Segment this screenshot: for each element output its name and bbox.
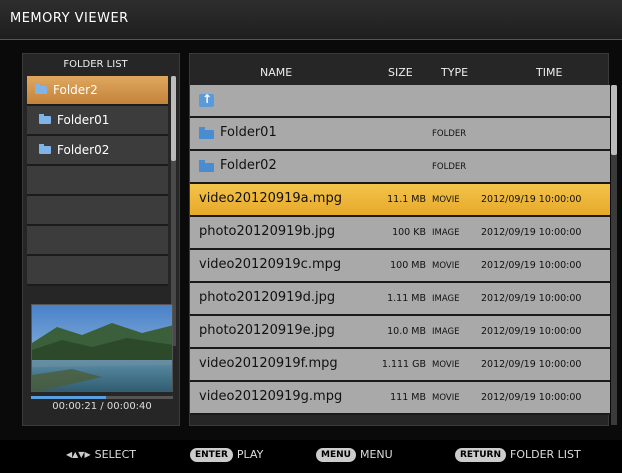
- file-time: 2012/09/19 10:00:00: [481, 326, 582, 337]
- file-name: video20120919f.mpg: [199, 356, 338, 371]
- playback-timecode: 00:00:21 / 00:00:40: [52, 401, 152, 412]
- file-type: IMAGE: [432, 327, 460, 337]
- file-name: photo20120919e.jpg: [199, 323, 335, 338]
- enter-key-icon: ENTER: [190, 448, 233, 462]
- file-time: 2012/09/19 10:00:00: [481, 227, 582, 238]
- menu-hint: MENU MENU: [316, 448, 393, 462]
- file-name: photo20120919d.jpg: [199, 290, 336, 305]
- file-time: 2012/09/19 10:00:00: [481, 260, 582, 271]
- menu-key-icon: MENU: [316, 448, 356, 462]
- file-size: 1.111 GB: [381, 359, 426, 370]
- file-row[interactable]: video20120919a.mpg 11.1 MB MOVIE 2012/09/19…: [190, 184, 610, 217]
- file-panel: NAME SIZE TYPE TIME Folder01FOLDERFolder…: [189, 53, 617, 426]
- file-row[interactable]: photo20120919b.jpg 100 KB IMAGE 2012/09/19 …: [190, 217, 610, 250]
- file-size: 11.1 MB: [387, 194, 426, 205]
- parent-folder-row[interactable]: [190, 85, 610, 118]
- column-header-size: SIZE: [388, 66, 413, 79]
- file-type: IMAGE: [432, 294, 460, 304]
- folder-list-item[interactable]: [27, 196, 168, 226]
- file-time: 2012/09/19 10:00:00: [481, 392, 582, 403]
- file-row[interactable]: photo20120919e.jpg 10.0 MB IMAGE 2012/09/19…: [190, 316, 610, 349]
- file-type: MOVIE: [432, 261, 460, 271]
- file-name: video20120919c.mpg: [199, 257, 342, 272]
- file-name: video20120919a.mpg: [199, 191, 342, 206]
- file-size: 111 MB: [390, 392, 426, 403]
- file-type: IMAGE: [432, 228, 460, 238]
- file-row[interactable]: Folder02 FOLDER: [190, 151, 610, 184]
- folder-list-item[interactable]: [27, 166, 168, 196]
- folder-list-header: FOLDER LIST: [63, 59, 128, 70]
- window-title: MEMORY VIEWER: [10, 11, 129, 26]
- menu-label: MENU: [359, 448, 393, 461]
- file-type: FOLDER: [432, 129, 467, 139]
- parent-folder-icon: [199, 92, 214, 107]
- file-name: photo20120919b.jpg: [199, 224, 336, 239]
- file-row[interactable]: Folder01 FOLDER: [190, 118, 610, 151]
- folder-icon: [35, 84, 47, 94]
- file-type: FOLDER: [432, 162, 467, 172]
- column-header-type: TYPE: [441, 66, 469, 79]
- folder-list-item[interactable]: Folder2: [27, 76, 168, 106]
- folder-icon: [199, 127, 214, 139]
- enter-label: PLAY: [236, 448, 264, 461]
- folder-icon: [39, 144, 51, 154]
- file-row[interactable]: video20120919c.mpg 100 MB MOVIE 2012/09/19 …: [190, 250, 610, 283]
- file-time: 2012/09/19 10:00:00: [481, 359, 582, 370]
- scroll-thumb[interactable]: [611, 85, 617, 155]
- file-row[interactable]: photo20120919d.jpg 1.11 MB IMAGE 2012/09/19…: [190, 283, 610, 316]
- file-time: 2012/09/19 10:00:00: [481, 194, 582, 205]
- select-label: SELECT: [94, 448, 137, 461]
- file-size: 10.0 MB: [387, 326, 426, 337]
- scroll-thumb[interactable]: [171, 76, 176, 161]
- return-hint: RETURN FOLDER LIST: [455, 448, 581, 462]
- file-size: 100 MB: [390, 260, 426, 271]
- column-header-name: NAME: [260, 66, 293, 79]
- file-list: Folder01 FOLDER Folder02 FOLDER video2012091…: [190, 85, 610, 415]
- file-list-scrollbar[interactable]: [611, 85, 617, 425]
- footer-hints: ◀▲▼▶ SELECT ENTER PLAY MENU MENU RETURN FOLD…: [0, 440, 622, 473]
- file-row[interactable]: video20120919f.mpg 1.111 GB MOVIE 2012/09/1…: [190, 349, 610, 382]
- folder-list: Folder2 Folder01 Folder02: [27, 76, 168, 286]
- return-label: FOLDER LIST: [510, 448, 581, 461]
- file-type: MOVIE: [432, 195, 460, 205]
- select-hint: ◀▲▼▶ SELECT: [66, 448, 136, 461]
- file-row[interactable]: video20120919g.mpg 111 MB MOVIE 2012/09/19 …: [190, 382, 610, 415]
- enter-hint: ENTER PLAY: [190, 448, 263, 462]
- file-name: Folder01: [220, 125, 277, 140]
- folder-list-item[interactable]: Folder02: [27, 136, 168, 166]
- column-header-time: TIME: [536, 66, 563, 79]
- file-size: 100 KB: [392, 227, 426, 238]
- playback-progress-bar[interactable]: [31, 396, 173, 399]
- folder-list-item-label: Folder02: [57, 143, 110, 157]
- file-size: 1.11 MB: [387, 293, 426, 304]
- folder-list-item[interactable]: [27, 226, 168, 256]
- preview-thumbnail: [31, 304, 173, 392]
- file-time: 2012/09/19 10:00:00: [481, 293, 582, 304]
- folder-panel: FOLDER LIST Folder2 Folder01 Folder02 00:0…: [22, 53, 180, 426]
- folder-icon: [199, 160, 214, 172]
- folder-list-item[interactable]: [27, 256, 168, 286]
- file-name: video20120919g.mpg: [199, 389, 343, 404]
- file-type: MOVIE: [432, 360, 460, 370]
- title-bar: MEMORY VIEWER: [0, 0, 622, 40]
- file-name: Folder02: [220, 158, 277, 173]
- folder-icon: [39, 114, 51, 124]
- progress-fill: [31, 396, 106, 399]
- folder-list-item-label: Folder01: [57, 113, 110, 127]
- return-key-icon: RETURN: [455, 448, 506, 462]
- folder-list-item-label: Folder2: [53, 83, 98, 97]
- file-type: MOVIE: [432, 393, 460, 403]
- folder-list-item[interactable]: Folder01: [27, 106, 168, 136]
- dpad-icon: ◀▲▼▶: [66, 450, 91, 459]
